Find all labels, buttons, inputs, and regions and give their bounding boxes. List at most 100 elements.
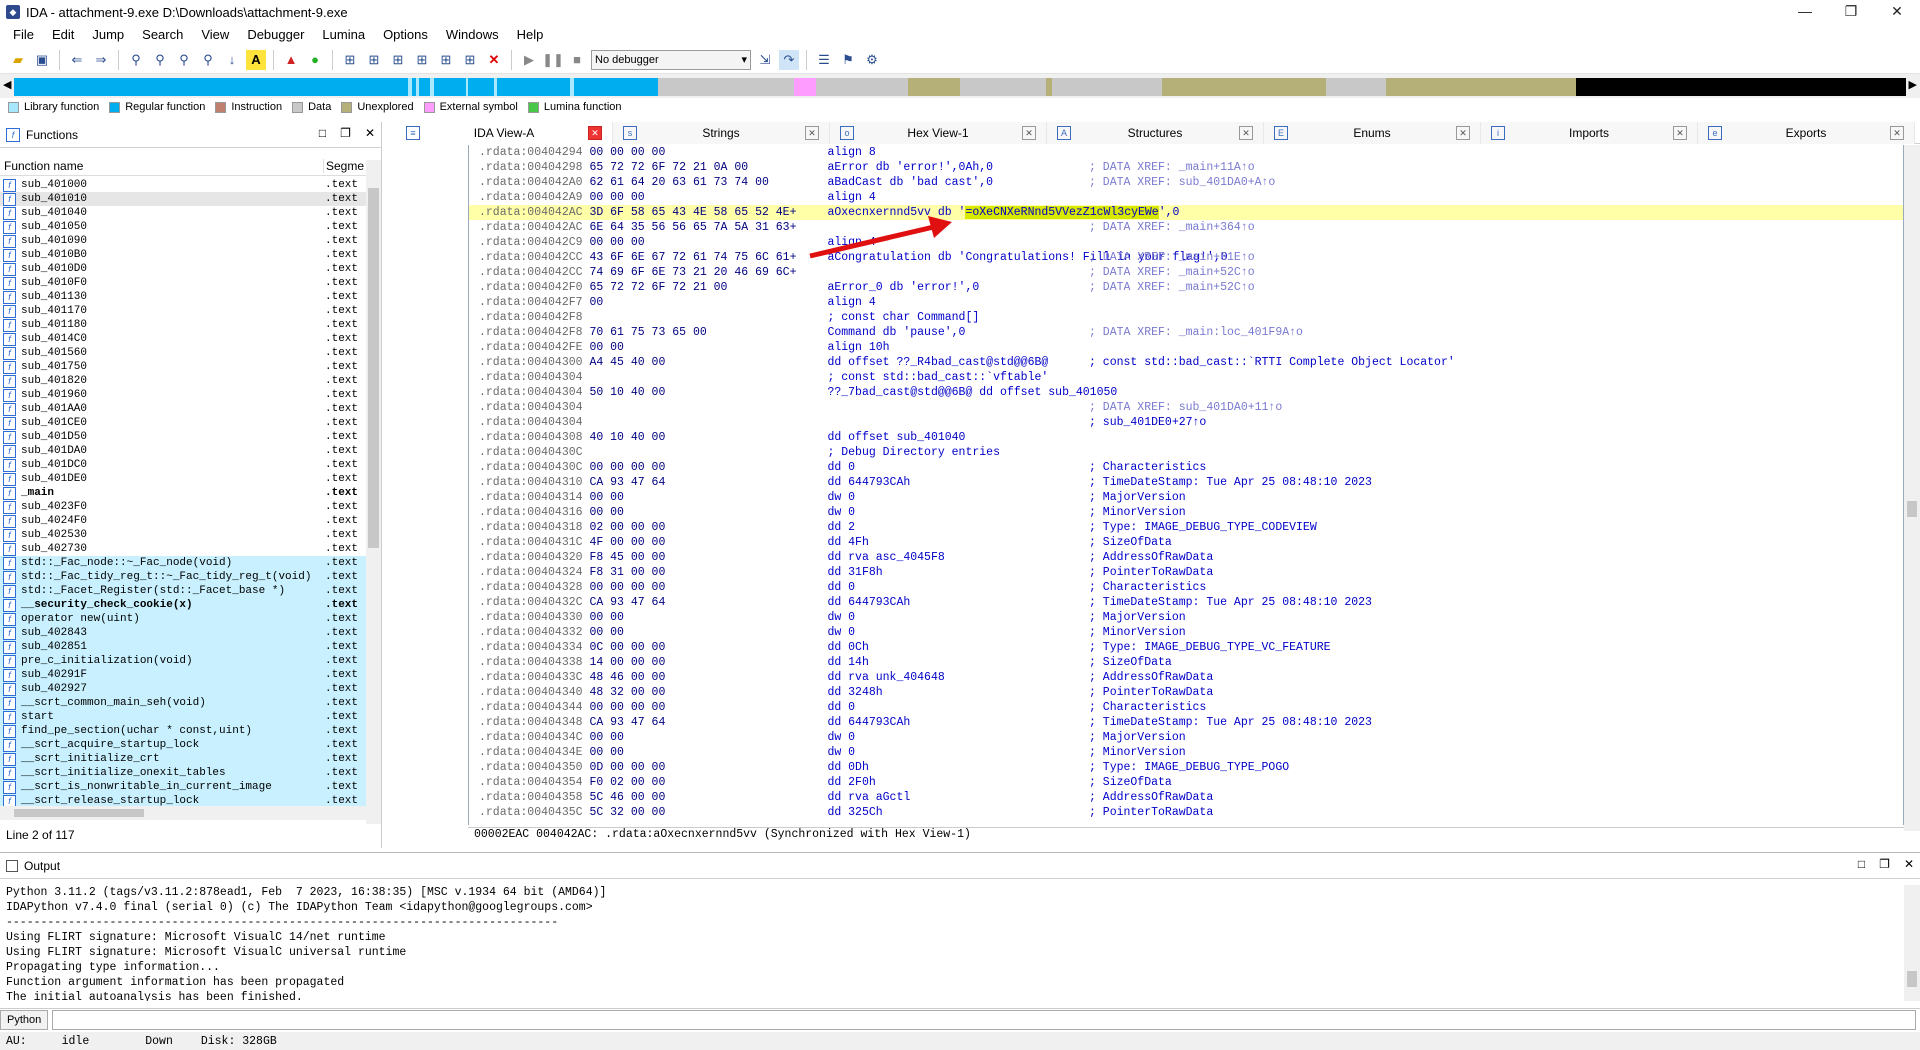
function-row[interactable]: f __scrt_is_nonwritable_in_current_image.…	[0, 780, 366, 794]
down-arrow-icon[interactable]: ↓	[222, 50, 242, 70]
step-over-icon[interactable]: ↷	[779, 49, 799, 70]
disasm-line[interactable]: .rdata:0040433C 48 46 00 00 dd rva unk_40…	[469, 670, 1903, 685]
function-row[interactable]: f __scrt_initialize_onexit_tables .text	[0, 766, 366, 780]
disasm-line[interactable]: .rdata:00404350 0D 00 00 00 dd 0Dh ; Type:…	[469, 760, 1903, 775]
function-row[interactable]: f sub_401750 .text	[0, 360, 366, 374]
disasm-line[interactable]: .rdata:004042AC 3D 6F 58 65 43 4E 58 65 …	[469, 205, 1903, 220]
disasm-line[interactable]: .rdata:00404294 00 00 00 00 align 8	[469, 145, 1903, 160]
pause-icon[interactable]: ❚❚	[542, 50, 564, 70]
disasm-line[interactable]: .rdata:00404316 00 00 dw 0 ; MinorVersion	[469, 505, 1903, 520]
function-row[interactable]: f pre_c_initialization(void) .text	[0, 654, 366, 668]
function-row[interactable]: f sub_401000 .text	[0, 178, 366, 192]
function-row[interactable]: f sub_401960 .text	[0, 388, 366, 402]
restore-button[interactable]: ❐	[1828, 0, 1874, 24]
function-row[interactable]: f sub_402927 .text	[0, 682, 366, 696]
disasm-line[interactable]: .rdata:004042F7 00 align 4	[469, 295, 1903, 310]
open-folder-icon[interactable]: ▰	[8, 50, 28, 70]
function-row[interactable]: f std::_Facet_Register(std::_Facet_base *…	[0, 584, 366, 598]
maximize-icon[interactable]: □	[319, 126, 326, 140]
menu-lumina[interactable]: Lumina	[313, 24, 374, 46]
disassembly-listing[interactable]: .rdata:00404294 00 00 00 00 align 8 .rdata…	[468, 145, 1904, 825]
debugger-select[interactable]: No debugger	[591, 49, 751, 70]
function-row[interactable]: f sub_401D50 .text	[0, 430, 366, 444]
tab-close-icon[interactable]: ✕	[1890, 126, 1904, 140]
tab-ida-view-a[interactable]: ≡ IDA View-A ✕	[396, 122, 613, 144]
menu-view[interactable]: View	[192, 24, 238, 46]
function-row[interactable]: f sub_402843 .text	[0, 626, 366, 640]
function-row[interactable]: f sub_402730 .text	[0, 542, 366, 556]
tab-exports[interactable]: e Exports ✕	[1698, 122, 1915, 144]
disasm-line[interactable]: .rdata:004042AC 6E 64 35 56 56 65 7A 5A …	[469, 220, 1903, 235]
function-row[interactable]: f sub_4014C0 .text	[0, 332, 366, 346]
disasm-line[interactable]: .rdata:00404334 0C 00 00 00 dd 0Ch ; Type:…	[469, 640, 1903, 655]
call-graph-icon[interactable]: ⊞	[388, 50, 408, 70]
close-red-x-icon[interactable]: ✕	[484, 50, 504, 70]
function-row[interactable]: f sub_4010F0 .text	[0, 276, 366, 290]
disasm-line[interactable]: .rdata:00404338 14 00 00 00 dd 14h ; SizeO…	[469, 655, 1903, 670]
disasm-line[interactable]: .rdata:0040430C ; Debug Directory entrie…	[469, 445, 1903, 460]
function-row[interactable]: f __security_check_cookie(x) .text	[0, 598, 366, 612]
function-row[interactable]: f sub_4010B0 .text	[0, 248, 366, 262]
step-into-icon[interactable]: ⇲	[755, 50, 775, 70]
tab-structures[interactable]: A Structures ✕	[1047, 122, 1264, 144]
close-icon[interactable]: ✕	[365, 126, 375, 140]
function-row[interactable]: f find_pe_section(uchar * const,uint) .tex…	[0, 724, 366, 738]
highlighted-string[interactable]: =oXeCNXeRNnd5VVezZ1cWl3cyEWe	[965, 206, 1159, 219]
function-row[interactable]: f _main .text	[0, 486, 366, 500]
function-row[interactable]: f sub_40291F .text	[0, 668, 366, 682]
function-row[interactable]: f __scrt_release_startup_lock .text	[0, 794, 366, 806]
search-next-icon[interactable]: ⚲	[174, 50, 194, 70]
function-row[interactable]: f operator new(uint) .text	[0, 612, 366, 626]
play-icon[interactable]: ▶	[519, 50, 539, 70]
disasm-line[interactable]: .rdata:0040434E 00 00 dw 0 ; MinorVersion	[469, 745, 1903, 760]
function-row[interactable]: f sub_401130 .text	[0, 290, 366, 304]
float-icon[interactable]: ❐	[340, 126, 351, 140]
function-row[interactable]: f sub_4024F0 .text	[0, 514, 366, 528]
disasm-line[interactable]: .rdata:0040434C 00 00 dw 0 ; MajorVersion	[469, 730, 1903, 745]
menu-edit[interactable]: Edit	[43, 24, 83, 46]
tab-imports[interactable]: i Imports ✕	[1481, 122, 1698, 144]
function-row[interactable]: f sub_401820 .text	[0, 374, 366, 388]
tab-close-icon[interactable]: ✕	[588, 126, 602, 140]
float-icon[interactable]: ❐	[1879, 857, 1890, 871]
disasm-line[interactable]: .rdata:00404348 CA 93 47 64 dd 644793CAh;…	[469, 715, 1903, 730]
disasm-line[interactable]: .rdata:00404358 5C 46 00 00 dd rva aGctl;…	[469, 790, 1903, 805]
tab-close-icon[interactable]: ✕	[1239, 126, 1253, 140]
function-row[interactable]: f sub_401040 .text	[0, 206, 366, 220]
back-arrow-icon[interactable]: ⇐	[67, 50, 87, 70]
function-row[interactable]: f __scrt_initialize_crt .text	[0, 752, 366, 766]
disasm-line[interactable]: .rdata:00404318 02 00 00 00 dd 2 ; Type: I…	[469, 520, 1903, 535]
disasm-line[interactable]: .rdata:00404304 ; sub_401DE0+27↑o	[469, 415, 1903, 430]
function-row[interactable]: f start .text	[0, 710, 366, 724]
disasm-line[interactable]: .rdata:004042F8 ; const char Command[]	[469, 310, 1903, 325]
disassembly-vertical-scrollbar[interactable]	[1904, 145, 1920, 831]
tab-strings[interactable]: s Strings ✕	[613, 122, 830, 144]
disasm-line[interactable]: .rdata:0040431C 4F 00 00 00 dd 4Fh ; SizeO…	[469, 535, 1903, 550]
function-row[interactable]: f std::_Fac_tidy_reg_t::~_Fac_tidy_reg_t(…	[0, 570, 366, 584]
text-search-icon[interactable]: ⚲	[150, 50, 170, 70]
proximity-icon[interactable]: ⊞	[460, 50, 480, 70]
function-row[interactable]: f __scrt_acquire_startup_lock .text	[0, 738, 366, 752]
function-row[interactable]: f sub_401DE0 .text	[0, 472, 366, 486]
python-button[interactable]: Python	[0, 1009, 48, 1030]
disasm-line[interactable]: .rdata:00404332 00 00 dw 0 ; MinorVersion	[469, 625, 1903, 640]
forward-arrow-icon[interactable]: ⇒	[91, 50, 111, 70]
disasm-line[interactable]: .rdata:004042CC 43 6F 6E 67 72 61 74 75 …	[469, 250, 1903, 265]
function-row[interactable]: f sub_4010D0 .text	[0, 262, 366, 276]
stop-sign-icon[interactable]: ▲	[281, 50, 301, 70]
function-row[interactable]: f sub_401180 .text	[0, 318, 366, 332]
menu-jump[interactable]: Jump	[83, 24, 133, 46]
menu-search[interactable]: Search	[133, 24, 192, 46]
disasm-line[interactable]: .rdata:00404324 F8 31 00 00 dd 31F8h ; Poi…	[469, 565, 1903, 580]
breakpoint-list-icon[interactable]: ☰	[814, 50, 834, 70]
functions-horizontal-scrollbar[interactable]	[0, 806, 366, 820]
minimize-button[interactable]: —	[1782, 0, 1828, 24]
function-row[interactable]: f sub_401090 .text	[0, 234, 366, 248]
close-icon[interactable]: ✕	[1904, 857, 1914, 871]
functions-vertical-scrollbar[interactable]	[366, 160, 381, 824]
menu-windows[interactable]: Windows	[437, 24, 508, 46]
disasm-line[interactable]: .rdata:00404300 A4 45 40 00 dd offset ??_…	[469, 355, 1903, 370]
function-row[interactable]: f std::_Fac_node::~_Fac_node(void) .text	[0, 556, 366, 570]
disasm-line[interactable]: .rdata:004042F8 70 61 75 73 65 00 Command…	[469, 325, 1903, 340]
text-color-icon[interactable]: A	[246, 49, 266, 70]
